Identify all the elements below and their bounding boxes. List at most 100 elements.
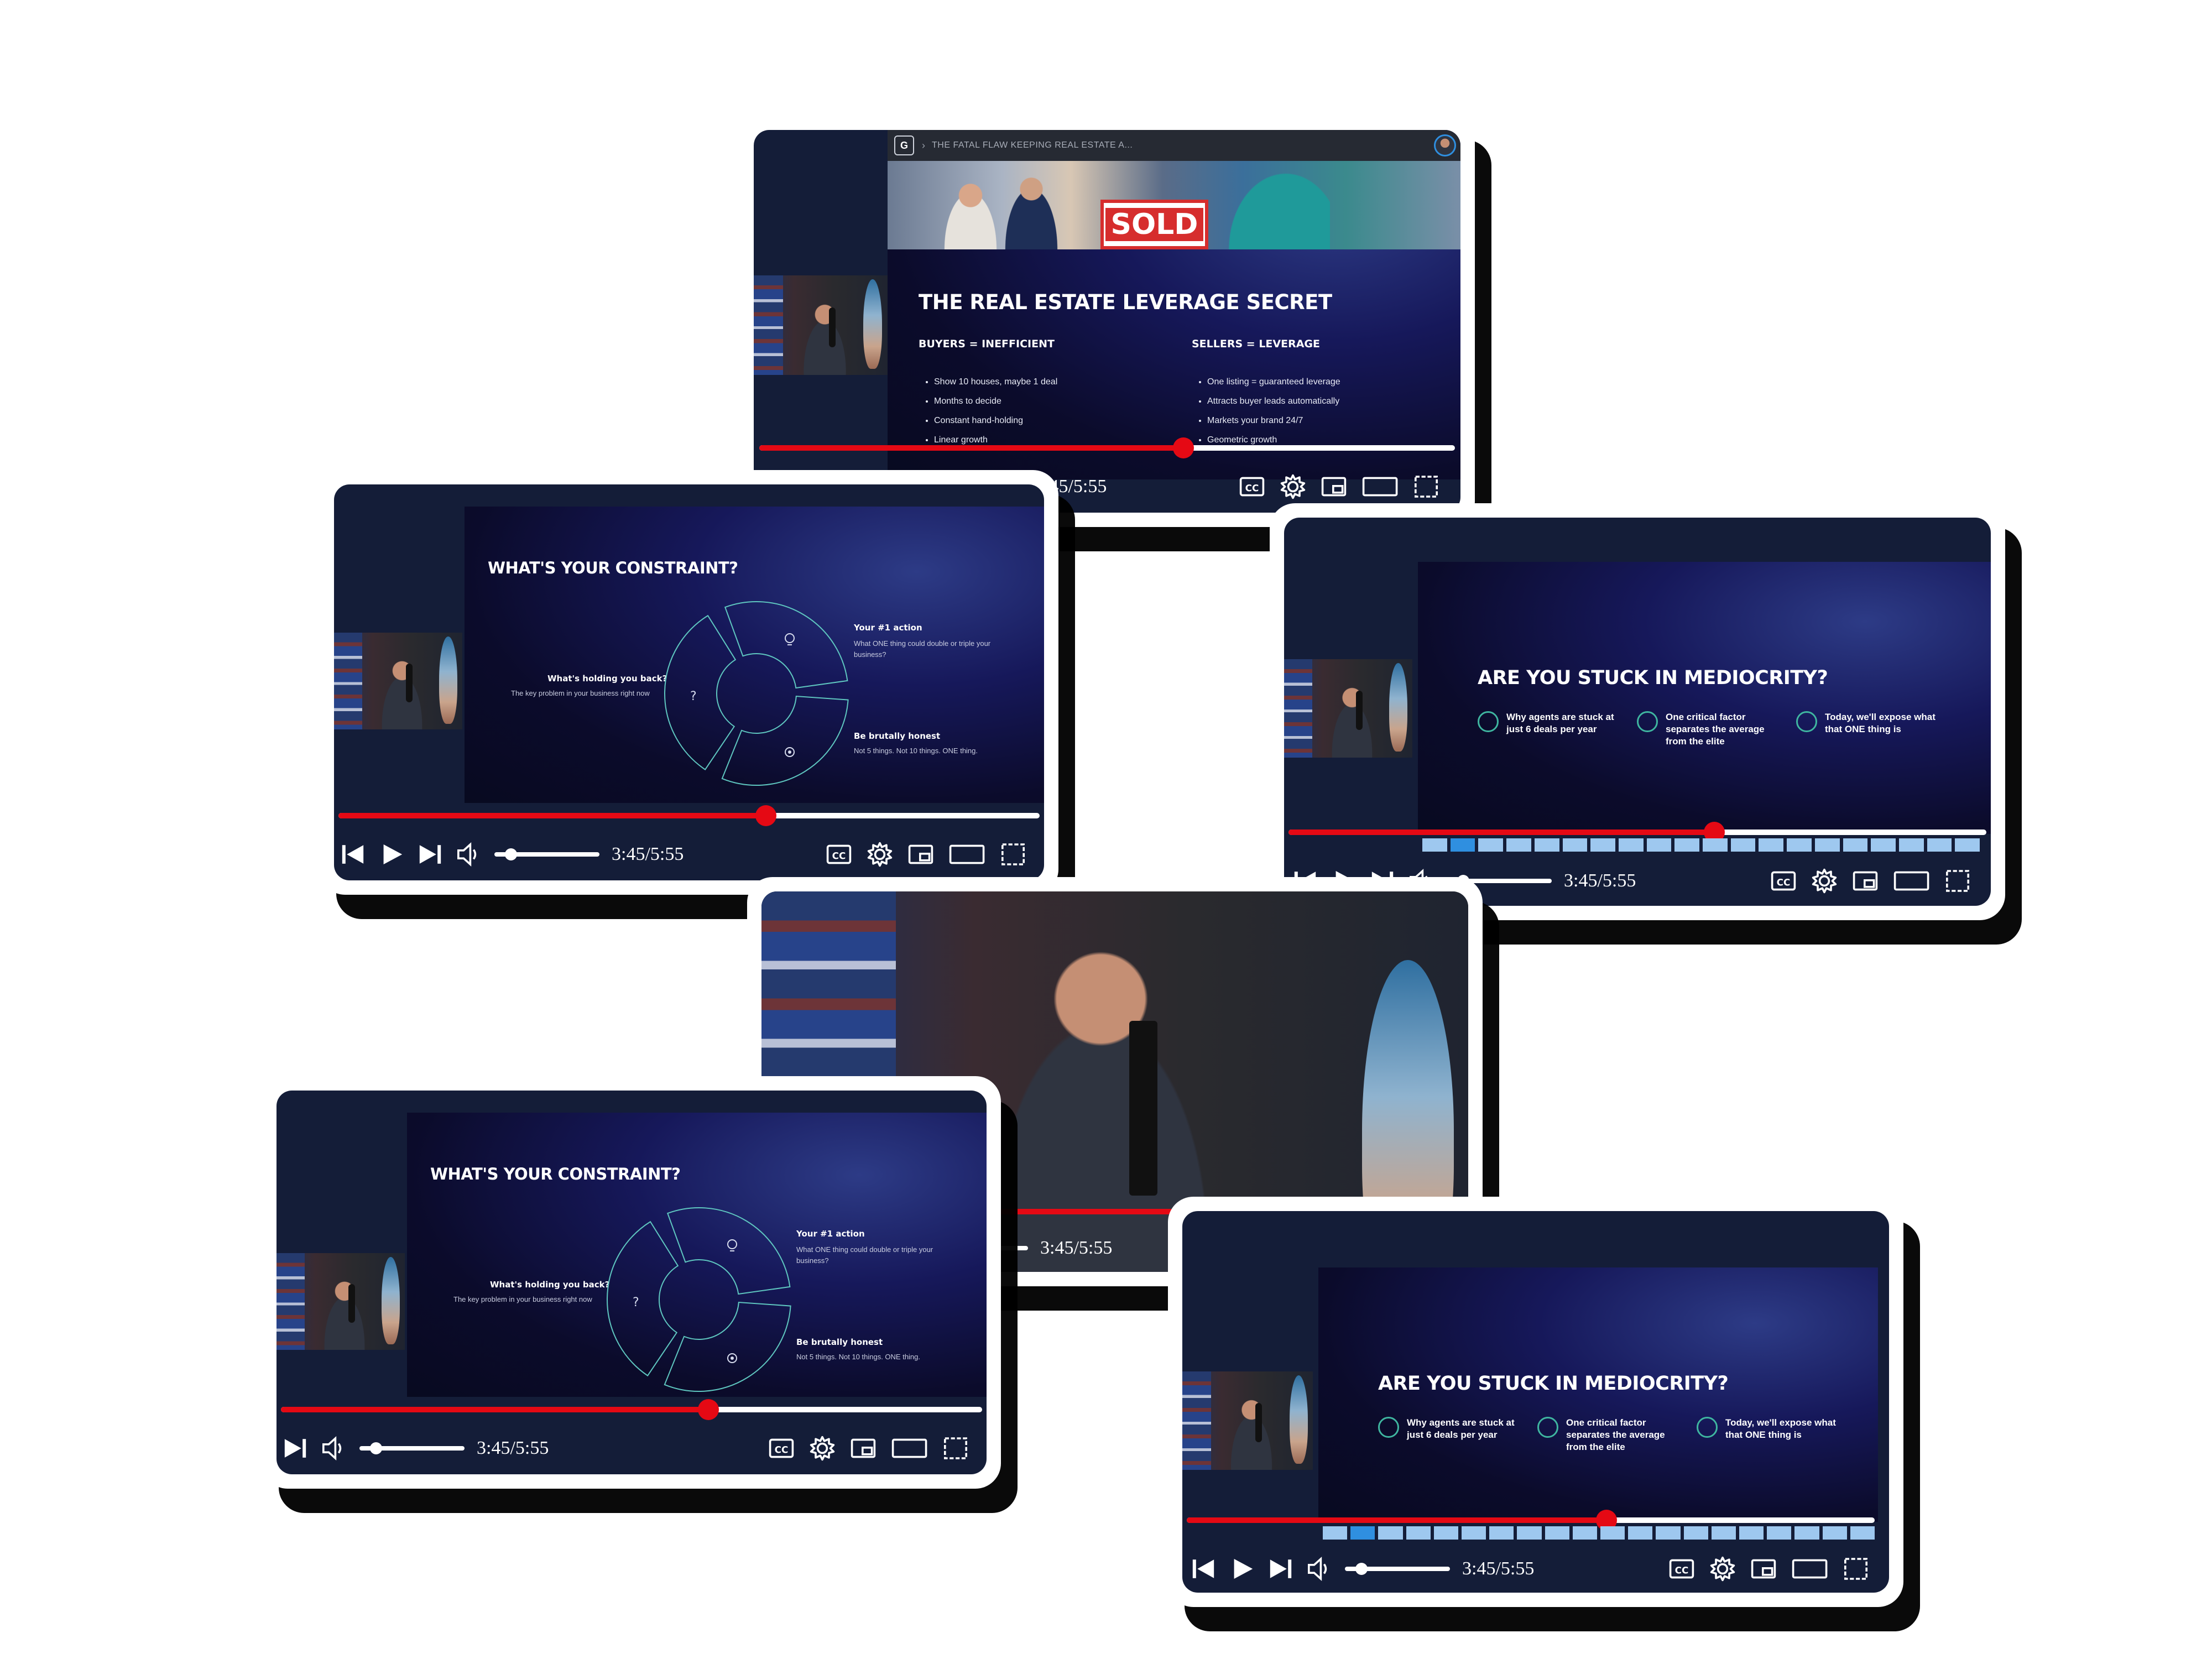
play-button[interactable] [378,841,405,868]
chapter-segment[interactable] [1730,838,1756,852]
chapter-segment[interactable] [1822,1526,1847,1540]
progress-bar[interactable] [1288,822,1986,843]
chapter-segment[interactable] [1739,1526,1764,1540]
settings-gear-button[interactable] [1811,868,1838,894]
volume-button[interactable] [321,1435,347,1462]
chapter-segment[interactable] [1422,838,1447,852]
scrubber-handle[interactable] [755,805,777,826]
radio-ring-icon[interactable] [1637,711,1658,732]
volume-handle[interactable] [370,1442,383,1454]
fullscreen-button[interactable] [942,1435,969,1462]
captions-button[interactable]: CC [826,841,852,868]
theater-mode-button[interactable] [1361,473,1399,500]
chapter-segment[interactable] [1898,838,1924,852]
skip-forward-button[interactable] [417,841,444,868]
chapter-segment[interactable] [1843,838,1868,852]
chapter-segment[interactable] [1814,838,1840,852]
skip-forward-button[interactable] [282,1435,309,1462]
option-item[interactable]: One critical factor separates the averag… [1637,711,1786,748]
theater-mode-button[interactable] [891,1435,928,1462]
settings-gear-button[interactable] [1280,473,1306,500]
video-player-mediocrity-1[interactable]: ARE YOU STUCK IN MEDIOCRITY? Why agents … [1270,503,2005,920]
fullscreen-button[interactable] [1944,868,1971,894]
chapter-segment[interactable] [1656,1526,1681,1540]
option-item[interactable]: One critical factor separates the averag… [1537,1417,1687,1453]
chapter-segments[interactable] [1422,838,1980,852]
chapter-segment[interactable] [1850,1526,1875,1540]
option-item[interactable]: Today, we'll expose what that ONE thing … [1697,1417,1846,1441]
volume-slider[interactable] [1345,1563,1450,1575]
theater-mode-button[interactable] [948,841,985,868]
theater-mode-button[interactable] [1791,1556,1828,1582]
chapter-segment[interactable] [1955,838,1980,852]
miniplayer-button[interactable] [907,841,934,868]
video-player-constraint-2[interactable]: WHAT'S YOUR CONSTRAINT? What's holding y… [262,1076,1001,1489]
chapter-segment[interactable] [1767,1526,1792,1540]
progress-bar[interactable] [338,805,1040,826]
chapter-segment[interactable] [1703,838,1728,852]
volume-handle[interactable] [1355,1563,1368,1575]
chapter-segment[interactable] [1562,838,1588,852]
volume-handle[interactable] [505,848,518,860]
captions-button[interactable]: CC [1770,868,1797,894]
volume-slider[interactable] [359,1442,465,1454]
chapter-segment[interactable] [1462,1526,1486,1540]
chapter-segment[interactable] [1646,838,1672,852]
option-item[interactable]: Today, we'll expose what that ONE thing … [1796,711,1945,735]
chapter-segment[interactable] [1683,1526,1708,1540]
fullscreen-button[interactable] [1413,473,1439,500]
chapter-segment[interactable] [1517,1526,1542,1540]
chapter-segment[interactable] [1350,1526,1375,1540]
chapter-segment[interactable] [1927,838,1952,852]
chapter-segment[interactable] [1787,838,1812,852]
chapter-segment[interactable] [1545,1526,1569,1540]
radio-ring-icon[interactable] [1378,1417,1399,1438]
chapter-segments[interactable] [1323,1526,1875,1540]
volume-button[interactable] [1306,1556,1333,1582]
miniplayer-button[interactable] [850,1435,877,1462]
chapter-segment[interactable] [1628,1526,1653,1540]
progress-bar[interactable] [759,437,1455,458]
settings-gear-button[interactable] [809,1435,836,1462]
radio-ring-icon[interactable] [1796,711,1817,732]
skip-forward-button[interactable] [1267,1556,1294,1582]
chapter-segment[interactable] [1534,838,1559,852]
video-player-leverage[interactable]: G › THE FATAL FLAW KEEPING REAL ESTATE A… [739,116,1475,527]
video-screen[interactable]: WHAT'S YOUR CONSTRAINT? What's holding y… [334,484,1044,880]
chapter-segment[interactable] [1450,838,1475,852]
chapter-segment[interactable] [1674,838,1700,852]
option-item[interactable]: Why agents are stuck at just 6 deals per… [1378,1417,1527,1441]
chapter-segment[interactable] [1406,1526,1431,1540]
progress-bar[interactable] [281,1399,982,1420]
option-item[interactable]: Why agents are stuck at just 6 deals per… [1478,711,1627,735]
volume-button[interactable] [456,841,482,868]
captions-button[interactable]: CC [768,1435,795,1462]
video-screen[interactable]: G › THE FATAL FLAW KEEPING REAL ESTATE A… [754,130,1460,513]
chapter-segment[interactable] [1618,838,1644,852]
theater-mode-button[interactable] [1893,868,1930,894]
miniplayer-button[interactable] [1750,1556,1777,1582]
chapter-segment[interactable] [1794,1526,1819,1540]
progress-bar[interactable] [1187,1510,1875,1531]
skip-back-button[interactable] [340,841,366,868]
settings-gear-button[interactable] [867,841,893,868]
chapter-segment[interactable] [1759,838,1784,852]
settings-gear-button[interactable] [1709,1556,1736,1582]
chapter-segment[interactable] [1506,838,1531,852]
chapter-segment[interactable] [1489,1526,1514,1540]
fullscreen-button[interactable] [1000,841,1026,868]
miniplayer-button[interactable] [1321,473,1347,500]
chapter-segment[interactable] [1433,1526,1459,1540]
radio-ring-icon[interactable] [1697,1417,1718,1438]
chapter-segment[interactable] [1323,1526,1348,1540]
chapter-segment[interactable] [1590,838,1615,852]
chapter-segment[interactable] [1478,838,1504,852]
chapter-segment[interactable] [1378,1526,1403,1540]
video-player-mediocrity-2[interactable]: ARE YOU STUCK IN MEDIOCRITY? Why agents … [1168,1197,1903,1607]
video-screen[interactable]: WHAT'S YOUR CONSTRAINT? What's holding y… [276,1091,987,1474]
chapter-segment[interactable] [1600,1526,1625,1540]
captions-button[interactable]: CC [1668,1556,1695,1582]
video-screen[interactable]: ARE YOU STUCK IN MEDIOCRITY? Why agents … [1182,1211,1889,1593]
avatar[interactable] [1434,134,1456,156]
radio-ring-icon[interactable] [1537,1417,1558,1438]
